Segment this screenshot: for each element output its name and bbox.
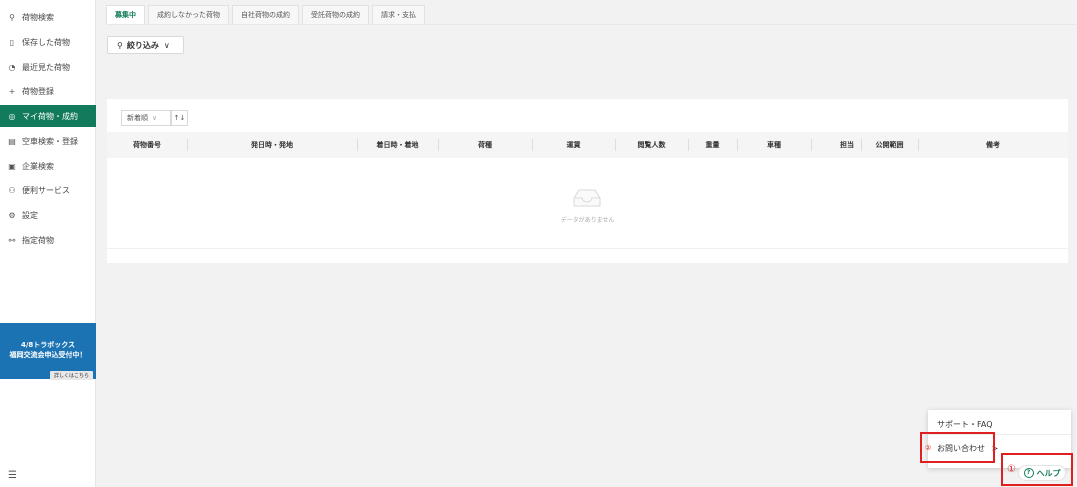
bookmark-icon: ▯ bbox=[9, 37, 15, 47]
chevron-down-icon: ∨ bbox=[163, 40, 170, 50]
plus-icon: + bbox=[8, 86, 16, 96]
sidebar-item-my-cargo[interactable]: ◎ マイ荷物・成約 bbox=[0, 105, 96, 127]
tab-recruiting[interactable]: 募集中 bbox=[106, 5, 145, 24]
chevron-down-icon: ∨ bbox=[152, 114, 158, 122]
banner-more-link[interactable]: 詳しくはこちら bbox=[49, 371, 93, 380]
filter-button[interactable]: ⚲ 絞り込み ∨ bbox=[107, 36, 184, 54]
history-icon: ◔ bbox=[8, 62, 16, 72]
users-icon: ⚯ bbox=[8, 235, 16, 245]
sidebar-item-label: 空車検索・登録 bbox=[22, 136, 78, 146]
sidebar-item-designated-cargo[interactable]: ⚯ 指定荷物 bbox=[0, 229, 96, 251]
sidebar-item-label: 保存した荷物 bbox=[22, 37, 70, 47]
sidebar-item-label: マイ荷物・成約 bbox=[22, 111, 78, 121]
sidebar-item-company-search[interactable]: ▣ 企業検索 bbox=[0, 155, 96, 177]
empty-state-text: データがありません bbox=[560, 217, 615, 224]
tab-billing[interactable]: 請求・支払 bbox=[372, 5, 425, 24]
column-header-notes[interactable]: 備考 bbox=[918, 132, 1068, 158]
column-header-visibility[interactable]: 公開範囲 bbox=[861, 132, 918, 158]
column-header-cargo-type[interactable]: 荷種 bbox=[438, 132, 532, 158]
sidebar-item-recent-cargo[interactable]: ◔ 最近見た荷物 bbox=[0, 56, 96, 78]
column-header-arrival[interactable]: 着日時・着地 bbox=[357, 132, 438, 158]
banner-subtitle: 福岡交流会申込受付中！ bbox=[9, 351, 87, 359]
search-icon: ⚲ bbox=[117, 40, 123, 50]
annotation-highlight-contact bbox=[920, 432, 995, 463]
building-icon: ▣ bbox=[8, 161, 16, 171]
tab-not-contracted[interactable]: 成約しなかった荷物 bbox=[148, 5, 229, 24]
column-header-weight[interactable]: 重量 bbox=[688, 132, 737, 158]
tab-bar: 募集中 成約しなかった荷物 自社荷物の成約 受託荷物の成約 請求・支払 bbox=[106, 5, 428, 24]
sidebar-item-label: 荷物検索 bbox=[22, 12, 54, 22]
table-header: 荷物番号 発日時・発地 着日時・着地 荷種 運賃 閲覧人数 重量 車種 担当 公… bbox=[107, 132, 1068, 158]
sidebar-item-settings[interactable]: ⚙ 設定 bbox=[0, 204, 96, 226]
panel-divider bbox=[107, 248, 1068, 249]
results-panel: 新着順 ∨ ↑↓ 荷物番号 発日時・発地 着日時・着地 荷種 運賃 閲覧人数 重… bbox=[107, 99, 1068, 263]
empty-inbox-icon bbox=[573, 189, 601, 207]
sidebar-item-register-cargo[interactable]: + 荷物登録 bbox=[0, 80, 96, 102]
sidebar-item-label: 最近見た荷物 bbox=[22, 62, 70, 72]
search-icon: ⚲ bbox=[9, 12, 15, 22]
sort-order-button[interactable]: ↑↓ bbox=[171, 110, 188, 126]
column-header-cargo-number[interactable]: 荷物番号 bbox=[107, 132, 187, 158]
sidebar-item-label: 荷物登録 bbox=[22, 86, 54, 96]
tab-own-contracts[interactable]: 自社荷物の成約 bbox=[232, 5, 299, 24]
gear-icon: ⚙ bbox=[8, 210, 16, 220]
package-icon: ◎ bbox=[8, 111, 16, 121]
column-header-vehicle-type[interactable]: 車種 bbox=[737, 132, 811, 158]
sidebar-item-label: 便利サービス bbox=[22, 185, 70, 195]
collapse-menu-icon[interactable]: ☰ bbox=[8, 470, 17, 481]
sidebar-item-vacant-truck[interactable]: ▤ 空車検索・登録 bbox=[0, 130, 96, 152]
sidebar: ⚲ 荷物検索 ▯ 保存した荷物 ◔ 最近見た荷物 + 荷物登録 ◎ マイ荷物・成… bbox=[0, 0, 96, 487]
sidebar-item-label: 指定荷物 bbox=[22, 235, 54, 245]
sidebar-item-services[interactable]: ⚇ 便利サービス bbox=[0, 179, 96, 201]
column-header-viewers[interactable]: 閲覧人数 bbox=[615, 132, 688, 158]
tab-divider bbox=[106, 24, 1077, 25]
service-icon: ⚇ bbox=[8, 185, 16, 195]
sort-select[interactable]: 新着順 ∨ bbox=[121, 110, 171, 126]
tab-consigned-contracts[interactable]: 受託荷物の成約 bbox=[302, 5, 369, 24]
filter-label: 絞り込み bbox=[126, 40, 159, 50]
annotation-highlight-help bbox=[1001, 453, 1073, 486]
sidebar-item-cargo-search[interactable]: ⚲ 荷物検索 bbox=[0, 6, 96, 28]
sidebar-item-saved-cargo[interactable]: ▯ 保存した荷物 bbox=[0, 31, 96, 53]
column-header-fare[interactable]: 運賃 bbox=[532, 132, 615, 158]
column-header-departure[interactable]: 発日時・発地 bbox=[187, 132, 357, 158]
sort-select-value: 新着順 bbox=[127, 114, 148, 122]
sidebar-item-label: 設定 bbox=[22, 210, 38, 220]
sidebar-item-label: 企業検索 bbox=[22, 161, 54, 171]
truck-icon: ▤ bbox=[8, 136, 16, 146]
promo-banner[interactable]: 4/8トラボックス 福岡交流会申込受付中！ 詳しくはこちら bbox=[0, 323, 96, 380]
banner-title: 4/8トラボックス bbox=[20, 341, 76, 349]
menu-item-support-faq[interactable]: サポート・FAQ bbox=[937, 419, 993, 430]
